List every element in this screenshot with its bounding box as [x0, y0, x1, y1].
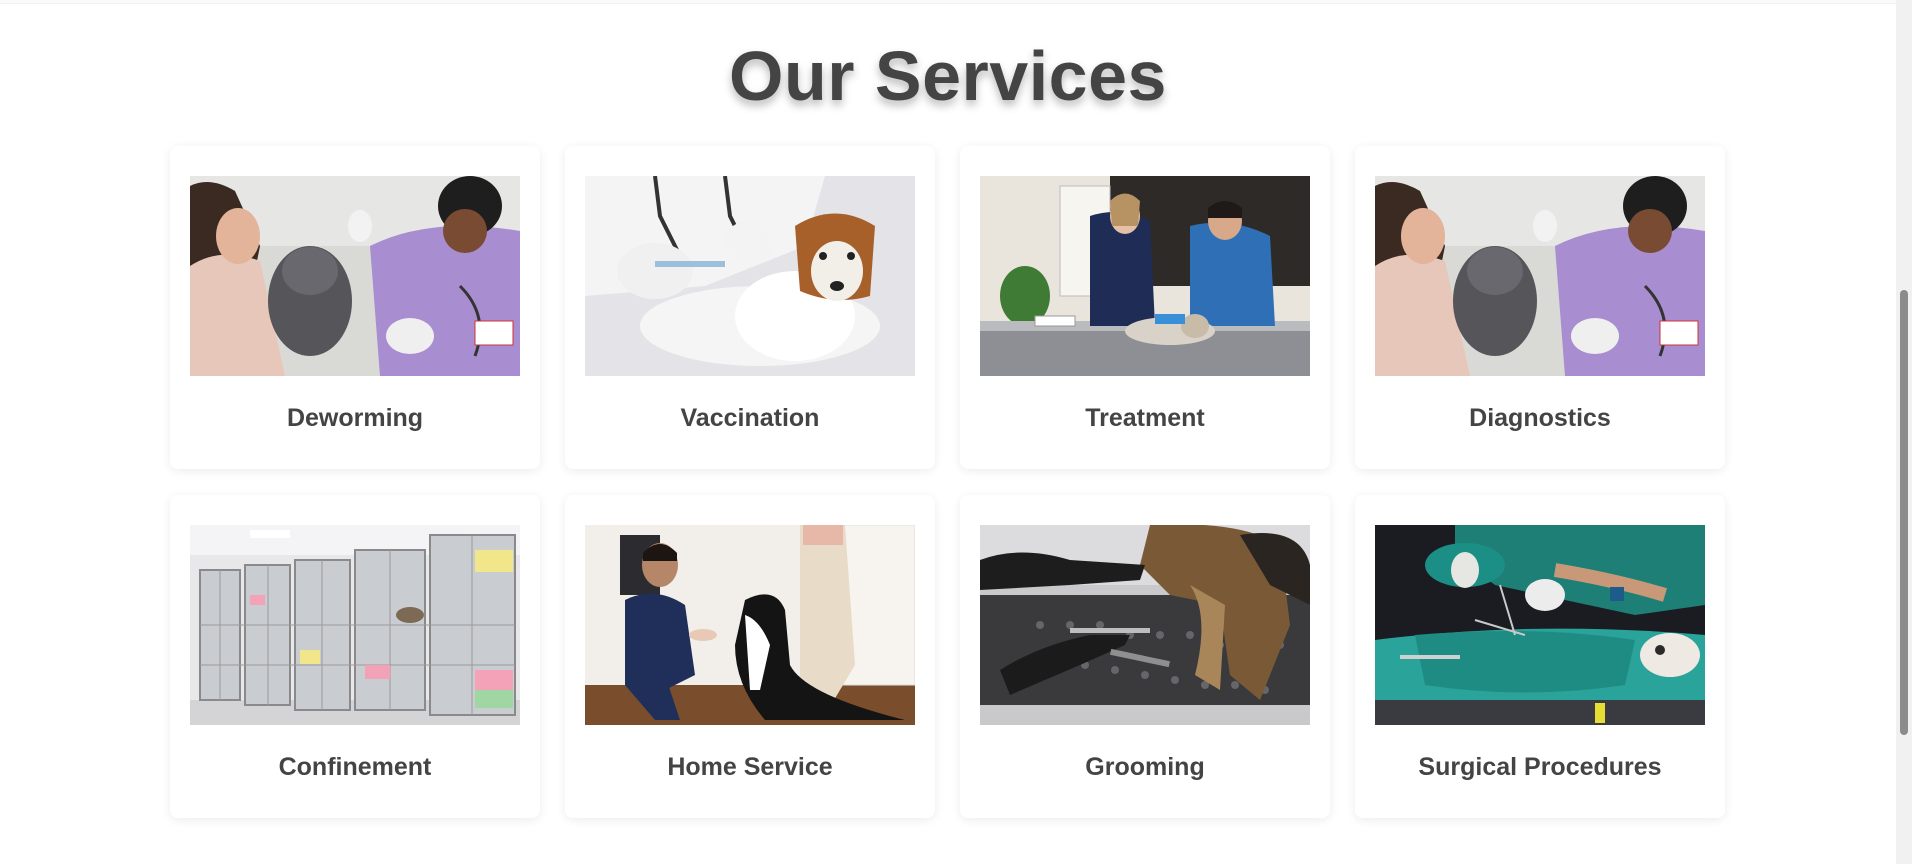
vaccination-image [585, 176, 915, 376]
page-scrollbar[interactable] [1896, 0, 1912, 864]
confinement-image [190, 525, 520, 725]
service-card-treatment[interactable]: Treatment [960, 146, 1330, 469]
home-service-image [585, 525, 915, 725]
service-card-confinement[interactable]: Confinement [170, 495, 540, 818]
service-label: Home Service [667, 753, 833, 781]
service-label: Vaccination [680, 404, 820, 432]
service-label: Treatment [1085, 404, 1205, 432]
scrollbar-thumb[interactable] [1900, 290, 1908, 735]
service-card-deworming[interactable]: Deworming [170, 146, 540, 469]
services-grid: Deworming Vaccination Treatment Diagnost… [170, 146, 1726, 818]
surgical-procedures-image [1375, 525, 1705, 725]
service-label: Confinement [278, 753, 432, 781]
services-section: Our Services Deworming Vaccination Treat… [0, 0, 1896, 864]
treatment-image [980, 176, 1310, 376]
service-card-diagnostics[interactable]: Diagnostics [1355, 146, 1725, 469]
grooming-image [980, 525, 1310, 725]
service-label: Diagnostics [1469, 404, 1611, 432]
service-card-home-service[interactable]: Home Service [565, 495, 935, 818]
service-card-grooming[interactable]: Grooming [960, 495, 1330, 818]
section-title: Our Services [729, 37, 1167, 115]
service-label: Grooming [1085, 753, 1205, 781]
service-card-surgical-procedures[interactable]: Surgical Procedures [1355, 495, 1725, 818]
service-label: Deworming [286, 404, 424, 432]
diagnostics-image [1375, 176, 1705, 376]
service-label: Surgical Procedures [1418, 753, 1662, 781]
deworming-image [190, 176, 520, 376]
service-card-vaccination[interactable]: Vaccination [565, 146, 935, 469]
